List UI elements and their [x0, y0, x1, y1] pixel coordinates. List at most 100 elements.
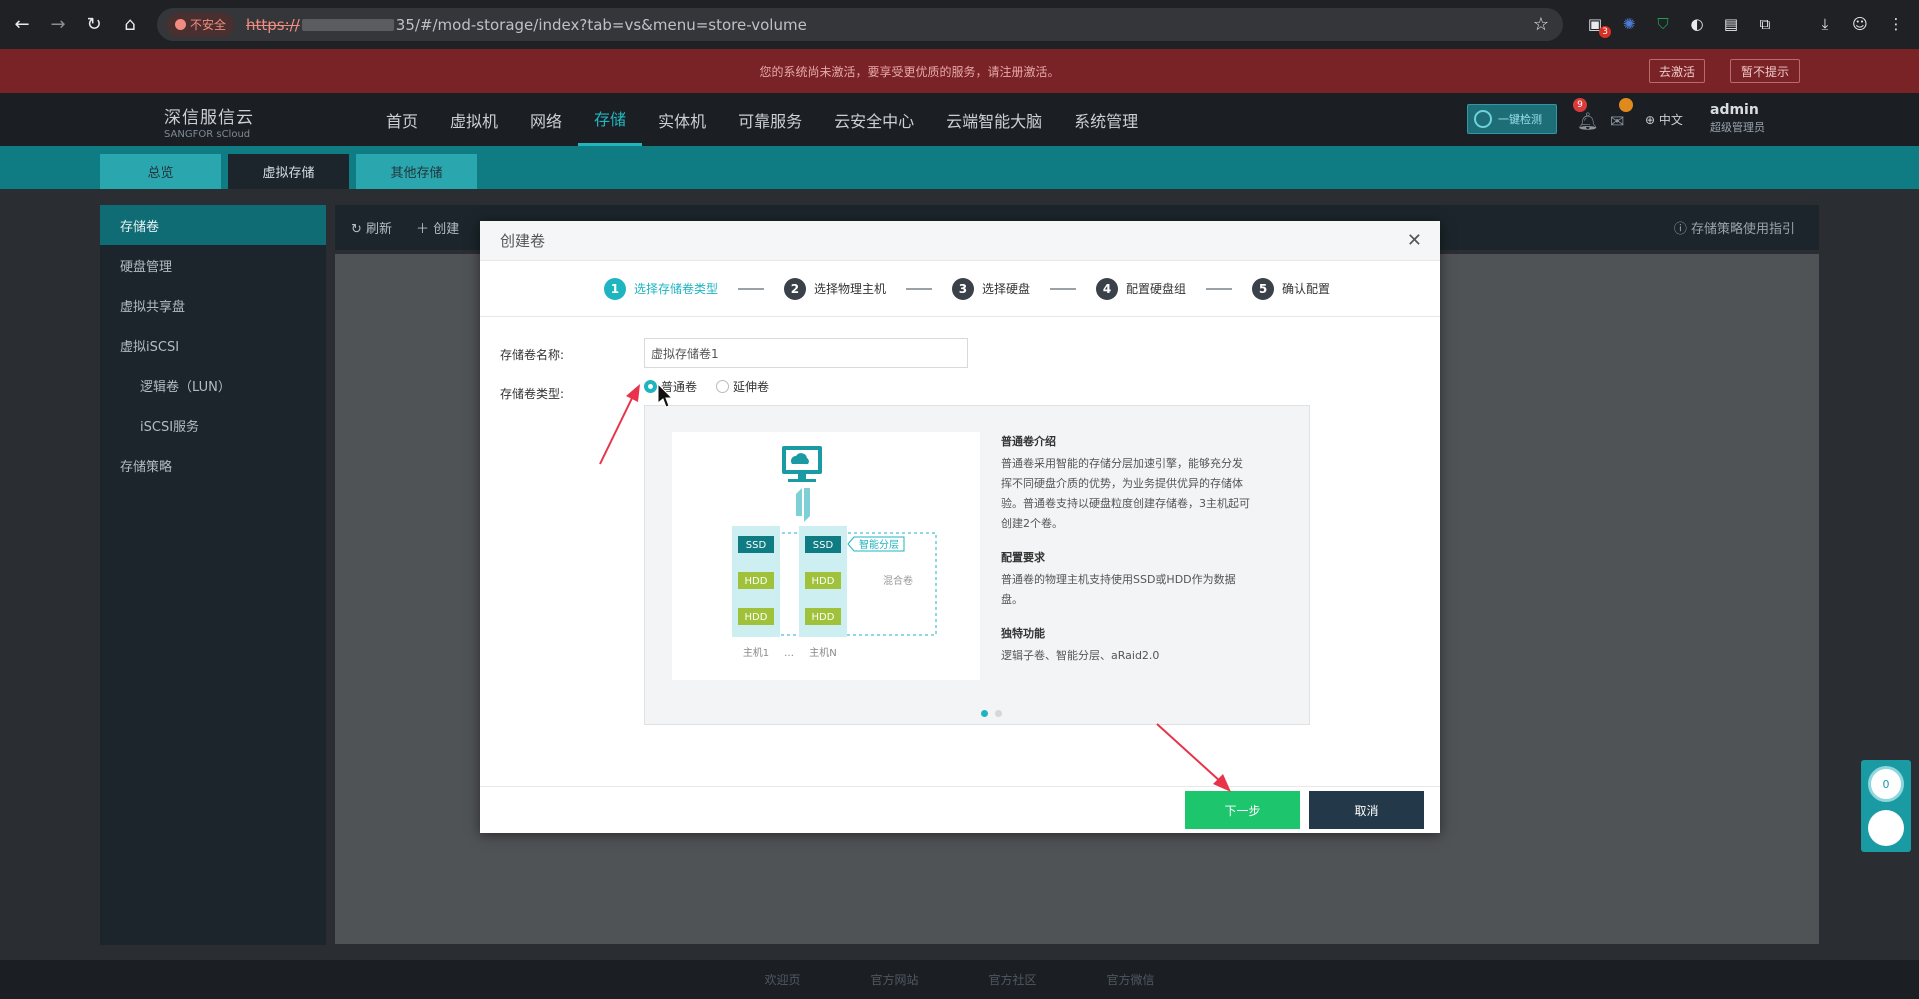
footer-welcome[interactable]: 欢迎页 — [764, 971, 800, 988]
forward-icon[interactable]: → — [40, 0, 76, 49]
policy-guide-link[interactable]: ⓘ 存储策略使用指引 — [1674, 218, 1795, 237]
home-icon[interactable]: ⌂ — [112, 0, 148, 49]
info-heading: 普通卷介绍 — [1001, 435, 1056, 448]
sidebar: 存储卷 硬盘管理 虚拟共享盘 虚拟iSCSI 逻辑卷（LUN） iSCSI服务 … — [100, 205, 326, 945]
url-text[interactable]: https:// 35/#/mod-storage/index?tab=vs&me… — [246, 16, 807, 34]
user-menu[interactable]: admin 超级管理员 — [1710, 102, 1765, 135]
nav-home[interactable]: 首页 — [370, 93, 434, 146]
user-name: admin — [1710, 102, 1759, 118]
hosts-ellipsis: … — [784, 648, 794, 659]
bell-icon[interactable]: 🔔︎ — [1577, 112, 1599, 132]
nav-system[interactable]: 系统管理 — [1058, 93, 1154, 146]
wizard-steps: 1 选择存储卷类型 2 选择物理主机 3 选择硬盘 4 配置硬盘组 5 确认配置 — [480, 261, 1440, 317]
floating-assistant-widget[interactable]: 0 — [1861, 760, 1911, 852]
volume-name-input[interactable]: 虚拟存储卷1 — [644, 338, 968, 368]
brand-logo[interactable]: 深信服信云 SANGFOR sCloud — [164, 103, 254, 140]
url-host-redacted — [301, 19, 394, 31]
assistant-counter[interactable]: 0 — [1868, 766, 1904, 802]
hdd-label-1: HDD — [745, 576, 768, 587]
activate-button[interactable]: 去激活 — [1649, 59, 1705, 83]
hdd-label-3: HDD — [812, 576, 835, 587]
shield-extension-icon[interactable]: ⛉ — [1651, 12, 1675, 36]
activation-banner: 您的系统尚未激活，要享受更优质的服务，请注册激活。 去激活 暂不提示 — [0, 49, 1919, 93]
puzzle-icon[interactable]: ⧉ — [1753, 12, 1777, 36]
step-number: 4 — [1096, 277, 1118, 300]
carousel-dot-2[interactable] — [995, 710, 1002, 717]
extension-icon-4[interactable]: ◐ — [1685, 12, 1709, 36]
volume-name-label: 存储卷名称: — [500, 348, 565, 362]
extension-icon-1[interactable]: ▣ 3 — [1583, 12, 1611, 38]
address-bar[interactable]: 不安全 https:// 35/#/mod-storage/index?tab=v… — [157, 8, 1563, 41]
user-role: 超级管理员 — [1710, 121, 1765, 134]
nav-cloud-brain[interactable]: 云端智能大脑 — [930, 93, 1058, 146]
carousel-dot-1[interactable] — [981, 710, 988, 717]
tab-virtual-storage[interactable]: 虚拟存储 — [228, 154, 349, 189]
step-number: 5 — [1252, 277, 1275, 300]
sidebar-item-lun[interactable]: 逻辑卷（LUN） — [100, 365, 326, 405]
sidebar-item-disk-management[interactable]: 硬盘管理 — [100, 245, 326, 285]
sidebar-item-iscsi-service[interactable]: iSCSI服务 — [100, 405, 326, 445]
nav-security-center[interactable]: 云安全中心 — [818, 93, 930, 146]
sidebar-item-storage-policy[interactable]: 存储策略 — [100, 445, 326, 485]
dismiss-button[interactable]: 暂不提示 — [1730, 59, 1800, 83]
radio-dot — [716, 380, 729, 393]
radio-stretched-volume[interactable]: 延伸卷 — [716, 378, 769, 395]
footer-links: 欢迎页 官方网站 官方社区 官方微信 — [0, 960, 1919, 999]
footer-wechat[interactable]: 官方微信 — [1107, 971, 1155, 988]
step-label: 选择存储卷类型 — [633, 282, 718, 296]
tier-label: 智能分层 — [859, 538, 899, 551]
assistant-avatar-icon[interactable] — [1868, 810, 1904, 846]
tab-overview[interactable]: 总览 — [100, 154, 221, 189]
menu-kebab-icon[interactable]: ⋮ — [1884, 12, 1908, 36]
create-button[interactable]: ＋ 创建 — [416, 218, 459, 237]
ssd-label-1: SSD — [746, 540, 767, 551]
insecure-badge[interactable]: 不安全 — [167, 12, 235, 37]
step-connector — [1206, 287, 1233, 290]
ssd-label-2: SSD — [813, 540, 834, 551]
nav-network[interactable]: 网络 — [514, 93, 578, 146]
step-label: 选择硬盘 — [981, 282, 1030, 296]
close-icon[interactable]: ✕ — [1407, 230, 1422, 251]
tab-other-storage[interactable]: 其他存储 — [356, 154, 477, 189]
nav-reliability[interactable]: 可靠服务 — [722, 93, 818, 146]
cancel-button[interactable]: 取消 — [1309, 791, 1424, 829]
step-connector — [905, 287, 932, 290]
language-switch[interactable]: ⊕ 中文 — [1645, 111, 1683, 128]
info-heading: 独特功能 — [1001, 627, 1045, 640]
step-connector — [1050, 287, 1076, 290]
one-click-check-button[interactable]: 一键检测 — [1467, 104, 1557, 134]
storage-subtabs: 总览 虚拟存储 其他存储 — [0, 146, 1919, 189]
hostN-label: 主机N — [809, 646, 836, 659]
monitor-cloud-icon — [782, 446, 822, 482]
next-button[interactable]: 下一步 — [1185, 791, 1300, 829]
mail-icon[interactable]: ✉ — [1610, 112, 1624, 132]
check-label: 一键检测 — [1498, 113, 1542, 126]
create-volume-dialog: 创建卷 ✕ 1 选择存储卷类型 2 选择物理主机 3 选择硬盘 4 配置硬盘组 … — [480, 221, 1440, 833]
browser-toolbar: ← → ↻ ⌂ 不安全 https:// 35/#/mod-storage/ind… — [0, 0, 1919, 49]
dialog-footer: 下一步 取消 — [480, 786, 1440, 833]
sidebar-item-storage-volume[interactable]: 存储卷 — [100, 205, 326, 245]
nav-storage[interactable]: 存储 — [578, 93, 643, 146]
bookmark-star-icon[interactable]: ☆ — [1533, 14, 1549, 35]
reload-icon[interactable]: ↻ — [76, 0, 112, 49]
step-label: 配置硬盘组 — [1126, 282, 1187, 296]
extension-icon-2[interactable]: ✺ — [1617, 12, 1641, 36]
back-icon[interactable]: ← — [4, 0, 40, 49]
footer-community[interactable]: 官方社区 — [989, 971, 1037, 988]
download-icon[interactable]: ⤓ — [1813, 12, 1837, 36]
activation-text: 您的系统尚未激活，要享受更优质的服务，请注册激活。 — [759, 64, 1060, 79]
radio-label: 延伸卷 — [733, 380, 770, 394]
dialog-title: 创建卷 — [500, 232, 546, 250]
footer-website[interactable]: 官方网站 — [870, 971, 918, 988]
sidebar-item-shared-disk[interactable]: 虚拟共享盘 — [100, 285, 326, 325]
nav-physical[interactable]: 实体机 — [642, 93, 722, 146]
nav-vm[interactable]: 虚拟机 — [434, 93, 514, 146]
top-nav: 首页 虚拟机 网络 存储 实体机 可靠服务 云安全中心 云端智能大脑 系统管理 — [370, 93, 1154, 146]
sidebar-item-iscsi[interactable]: 虚拟iSCSI — [100, 325, 326, 365]
profile-avatar-icon[interactable]: ☺ — [1848, 12, 1872, 36]
insecure-label: 不安全 — [190, 18, 227, 32]
step-4: 4 配置硬盘组 — [1096, 277, 1187, 300]
radio-dot — [644, 380, 657, 393]
refresh-button[interactable]: ↻ 刷新 — [351, 218, 392, 237]
document-icon[interactable]: ▤ — [1719, 12, 1743, 36]
